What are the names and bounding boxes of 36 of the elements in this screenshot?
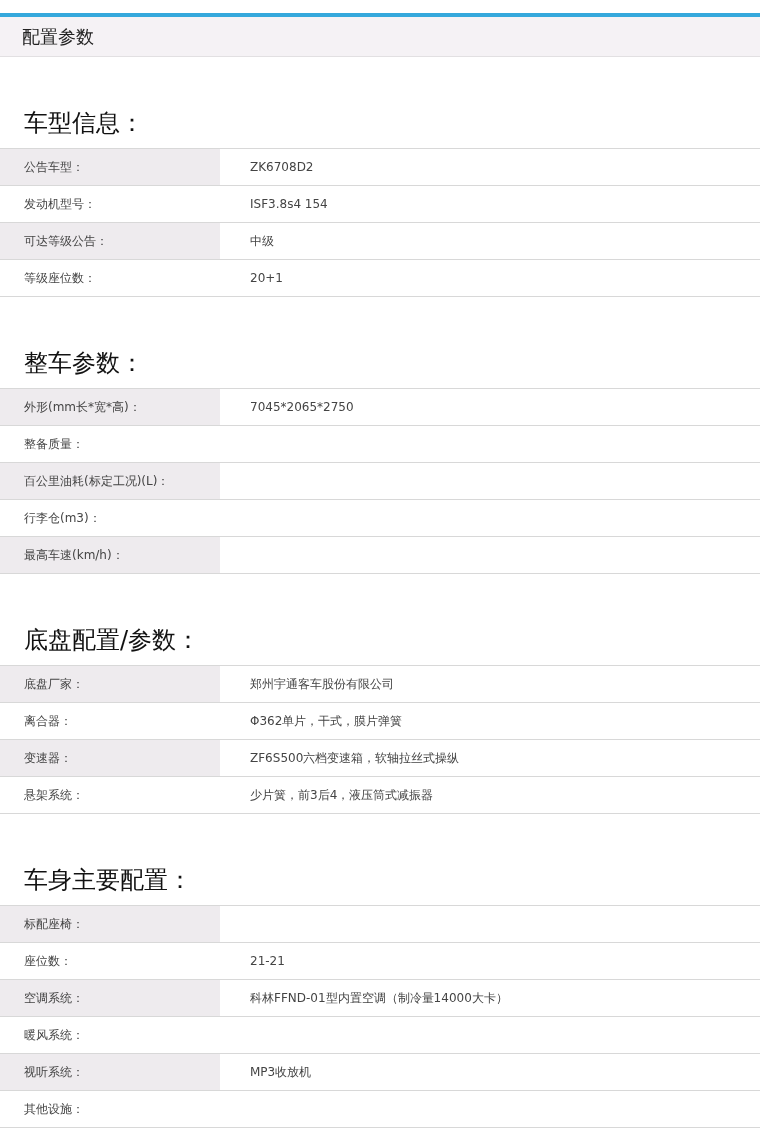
spec-label: 百公里油耗(标定工况)(L)：: [0, 463, 220, 499]
spec-label: 可达等级公告：: [0, 223, 220, 259]
spec-value: 7045*2065*2750: [249, 399, 354, 416]
spec-label: 空调系统：: [0, 980, 220, 1016]
spec-value: 郑州宇通客车股份有限公司: [249, 675, 394, 693]
section-heading: 整车参数：: [23, 348, 145, 379]
spec-label: 视听系统：: [0, 1054, 220, 1090]
spec-value: 20+1: [249, 270, 283, 287]
spec-label: 最高车速(km/h)：: [0, 537, 220, 573]
spec-value: ZF6S500六档变速箱，软轴拉丝式操纵: [249, 749, 460, 767]
spec-label: 离合器：: [23, 712, 73, 730]
spec-label: 等级座位数：: [23, 269, 97, 287]
spec-value: Φ362单片，干式，膜片弹簧: [249, 712, 403, 730]
spec-value: 中级: [249, 232, 274, 250]
section-heading: 车身主要配置：: [23, 865, 193, 896]
spec-label: 其他设施：: [23, 1100, 85, 1118]
spec-value: 21-21: [249, 953, 285, 970]
spec-label: 标配座椅：: [0, 906, 220, 942]
spec-label: 外形(mm长*宽*高)：: [0, 389, 220, 425]
spec-label: 整备质量：: [23, 435, 85, 453]
spec-value: ZK6708D2: [249, 159, 314, 176]
spec-label: 变速器：: [0, 740, 220, 776]
page-title: 配置参数: [22, 24, 94, 49]
spec-label: 暖风系统：: [23, 1026, 85, 1044]
spec-value: MP3收放机: [249, 1063, 312, 1081]
spec-label: 悬架系统：: [23, 786, 85, 804]
spec-label: 公告车型：: [0, 149, 220, 185]
spec-value: 科林FFND-01型内置空调（制冷量14000大卡）: [249, 989, 508, 1007]
spec-label: 行李仓(m3)：: [23, 509, 102, 527]
spec-label: 发动机型号：: [23, 195, 97, 213]
section-heading: 底盘配置/参数：: [23, 625, 202, 656]
spec-label: 座位数：: [23, 952, 73, 970]
spec-value: ISF3.8s4 154: [249, 196, 328, 213]
section-heading: 车型信息：: [23, 108, 145, 139]
spec-value: 少片簧，前3后4，液压筒式减振器: [249, 786, 434, 804]
spec-label: 底盘厂家：: [0, 666, 220, 702]
